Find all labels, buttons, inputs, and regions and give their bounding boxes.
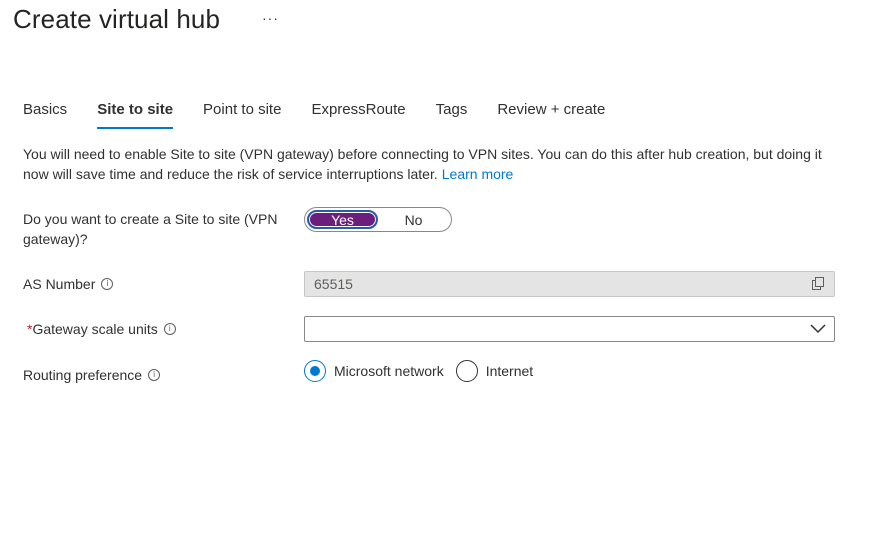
as-number-value: 65515 — [314, 276, 353, 292]
radio-label-microsoft-network: Microsoft network — [334, 363, 444, 379]
tab-bar: Basics Site to site Point to site Expres… — [23, 101, 635, 129]
info-icon[interactable]: i — [148, 369, 161, 382]
radio-button-checked[interactable] — [304, 360, 326, 382]
info-message: You will need to enable Site to site (VP… — [23, 145, 823, 184]
routing-preference-label: Routing preference — [23, 367, 143, 383]
radio-microsoft-network[interactable]: Microsoft network — [304, 360, 444, 382]
copy-icon[interactable] — [811, 277, 825, 291]
as-number-label-row: AS Number i — [23, 274, 114, 294]
gateway-scale-units-label-row: *Gateway scale units i — [27, 319, 176, 339]
routing-preference-label-row: Routing preference i — [23, 365, 161, 385]
create-s2s-toggle[interactable]: Yes No — [304, 207, 452, 232]
create-s2s-label: Do you want to create a Site to site (VP… — [23, 211, 278, 247]
learn-more-link[interactable]: Learn more — [442, 166, 514, 182]
tab-expressroute[interactable]: ExpressRoute — [311, 101, 405, 129]
radio-button-unchecked[interactable] — [455, 360, 478, 382]
info-icon[interactable]: i — [163, 323, 176, 336]
routing-preference-radio-group: Microsoft network Internet — [304, 360, 545, 382]
as-number-field: 65515 — [304, 271, 835, 297]
info-text: You will need to enable Site to site (VP… — [23, 146, 822, 182]
radio-internet[interactable]: Internet — [455, 360, 534, 382]
as-number-label: AS Number — [23, 276, 96, 292]
tab-point-to-site[interactable]: Point to site — [203, 101, 281, 129]
toggle-option-yes[interactable]: Yes — [307, 210, 379, 229]
tab-basics[interactable]: Basics — [23, 101, 67, 129]
tab-review-create[interactable]: Review + create — [497, 101, 605, 129]
gateway-scale-units-dropdown[interactable] — [304, 316, 835, 342]
toggle-option-no[interactable]: No — [378, 210, 449, 229]
info-icon[interactable]: i — [101, 278, 114, 291]
radio-label-internet: Internet — [485, 363, 534, 379]
tab-tags[interactable]: Tags — [436, 101, 468, 129]
page-title: Create virtual hub — [13, 4, 221, 34]
gateway-scale-units-label: Gateway scale units — [32, 321, 158, 337]
page-header: Create virtual hub — [13, 4, 220, 35]
tab-site-to-site[interactable]: Site to site — [97, 101, 173, 129]
more-options-button[interactable]: ··· — [262, 10, 279, 26]
chevron-down-icon — [810, 321, 826, 337]
